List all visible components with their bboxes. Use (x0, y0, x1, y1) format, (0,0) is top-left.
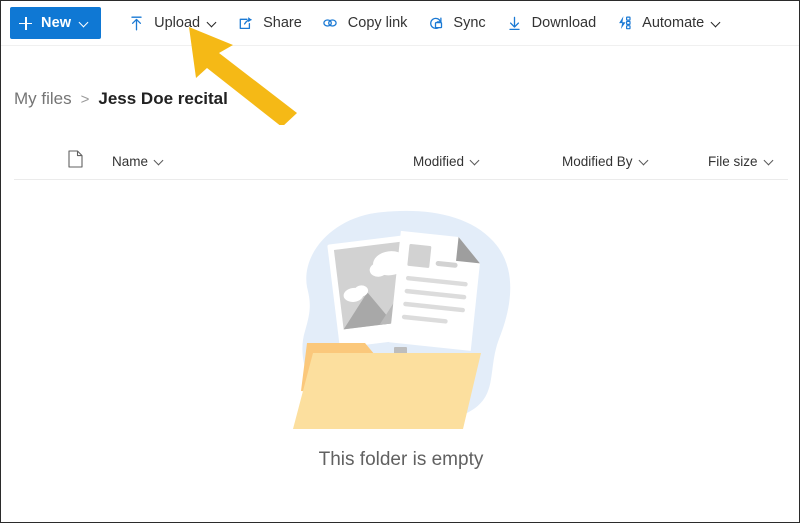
download-icon (505, 14, 524, 33)
column-header-modified-by[interactable]: Modified By (562, 144, 649, 178)
folder-front (293, 353, 481, 429)
column-header-modified[interactable]: Modified (413, 144, 480, 178)
new-button[interactable]: New (10, 7, 102, 39)
empty-folder-state: This folder is empty (1, 191, 799, 471)
upload-button-label: Upload (154, 15, 201, 31)
share-button[interactable]: Share (229, 7, 309, 39)
automate-button[interactable]: Automate (608, 7, 728, 39)
command-toolbar: New Upload Share Copy link Sync Download… (1, 1, 799, 46)
column-header-file-type[interactable] (68, 144, 83, 178)
column-header-modified-label: Modified (413, 153, 465, 169)
chevron-down-icon (208, 19, 217, 28)
breadcrumb-item-my-files[interactable]: My files (14, 89, 72, 109)
copy-link-button-label: Copy link (347, 15, 408, 31)
upload-icon (127, 14, 146, 33)
copy-link-button[interactable]: Copy link (314, 7, 415, 39)
chevron-down-icon (155, 157, 164, 166)
automate-icon (615, 14, 634, 33)
plus-icon (19, 16, 32, 30)
new-button-label: New (41, 15, 72, 31)
upload-button[interactable]: Upload (120, 7, 224, 39)
sync-button-label: Sync (453, 15, 486, 31)
breadcrumb-item-current-folder[interactable]: Jess Doe recital (98, 89, 227, 109)
chevron-down-icon (640, 157, 649, 166)
column-header-name[interactable]: Name (112, 144, 164, 178)
onedrive-file-browser-window: New Upload Share Copy link Sync Download… (0, 0, 800, 523)
download-button[interactable]: Download (498, 7, 604, 39)
column-header-file-size-label: File size (708, 153, 758, 169)
sync-button[interactable]: Sync (419, 7, 492, 39)
column-header-name-label: Name (112, 153, 149, 169)
breadcrumb-separator: > (80, 90, 90, 108)
column-header-file-size[interactable]: File size (708, 144, 774, 178)
document-icon (68, 149, 83, 173)
breadcrumb: My files > Jess Doe recital (14, 85, 228, 113)
automate-button-label: Automate (642, 15, 705, 31)
chevron-down-icon (712, 19, 721, 28)
upload-to-folder-illustration (293, 210, 511, 429)
empty-folder-message: This folder is empty (318, 449, 484, 470)
chevron-down-icon (471, 157, 480, 166)
column-header-modified-by-label: Modified By (562, 153, 633, 169)
download-button-label: Download (531, 15, 597, 31)
file-list-column-headers: Name Modified Modified By File size (14, 144, 788, 180)
share-button-label: Share (263, 15, 302, 31)
share-icon (236, 14, 255, 33)
copy-link-icon (321, 14, 340, 33)
sync-icon (426, 14, 445, 33)
chevron-down-icon (80, 19, 89, 28)
chevron-down-icon (765, 157, 774, 166)
